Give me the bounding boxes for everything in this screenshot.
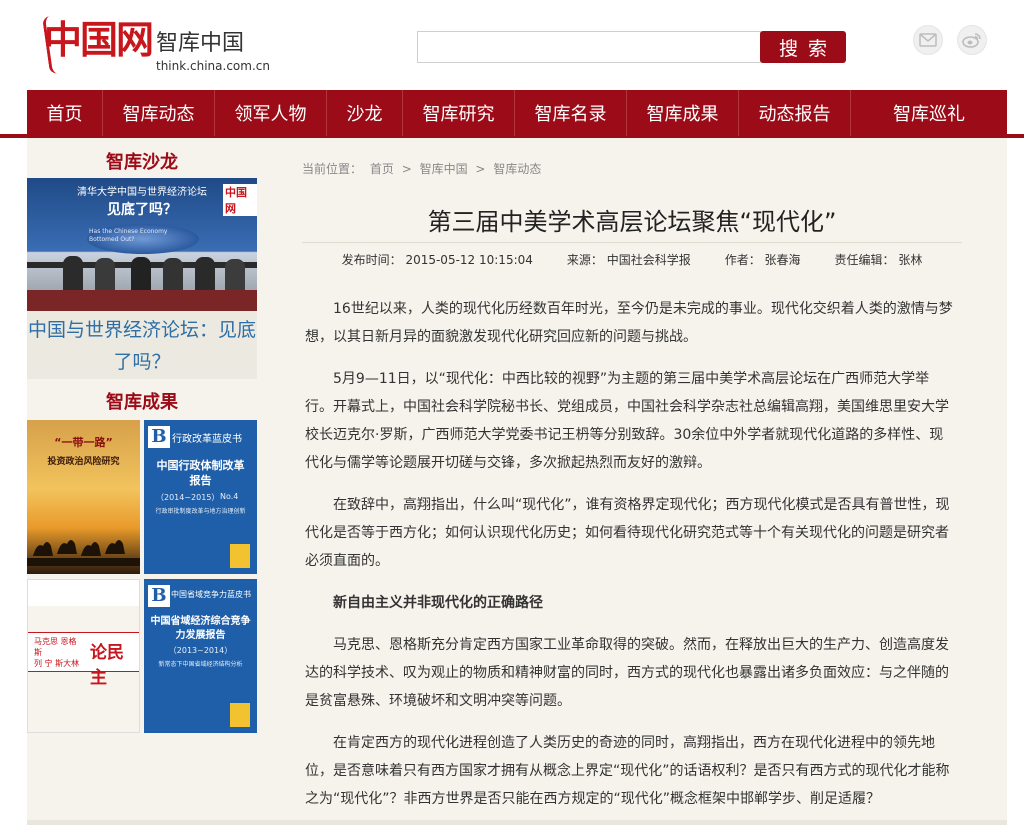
book-3-author-5: 斯大林 bbox=[55, 659, 80, 668]
book-3-author-1: 马克思 bbox=[34, 637, 58, 646]
salon-section-title: 智库沙龙 bbox=[106, 152, 178, 173]
nav-item-leaders[interactable]: 领军人物 bbox=[215, 90, 327, 136]
results-section-title: 智库成果 bbox=[106, 392, 178, 413]
mail-icon bbox=[919, 33, 937, 47]
publish-time: 发布时间： 2015-05-12 10:15:04 bbox=[341, 253, 533, 267]
section-subheading: 新自由主义并非现代化的正确路径 bbox=[333, 595, 543, 611]
paragraph-1: 16世纪以来，人类的现代化历经数百年时光，至今仍是未完成的事业。现代化交织着人类… bbox=[305, 301, 953, 345]
book-belt-road[interactable]: “一带一路” 投资政治风险研究 bbox=[27, 420, 140, 574]
breadcrumb-separator: > bbox=[475, 162, 486, 176]
breadcrumb-think-china-link[interactable]: 智库中国 bbox=[420, 162, 468, 176]
nav-item-directory[interactable]: 智库名录 bbox=[515, 90, 627, 136]
paragraph-3: 在致辞中，高翔指出，什么叫“现代化”，谁有资格界定现代化；西方现代化模式是否具有… bbox=[305, 497, 950, 569]
paragraph-5: 在肯定西方的现代化进程创造了人类历史的奇迹的同时，高翔指出，西方在现代化进程中的… bbox=[305, 735, 950, 807]
blue-book-logo-icon: B bbox=[148, 426, 170, 448]
breadcrumb-separator: > bbox=[401, 162, 412, 176]
main-nav: 首页 智库动态 领军人物 沙龙 智库研究 智库名录 智库成果 动态报告 智库巡礼 bbox=[27, 90, 1007, 136]
nav-item-results[interactable]: 智库成果 bbox=[627, 90, 739, 136]
nav-item-home[interactable]: 首页 bbox=[27, 90, 103, 136]
site-header: 中国网 智库中国 think.china.com.cn 搜索 bbox=[0, 0, 1024, 90]
logo-main-text: 中国网 bbox=[44, 17, 154, 62]
camel-caravan-icon bbox=[27, 540, 140, 566]
nav-item-reports[interactable]: 动态报告 bbox=[739, 90, 851, 136]
book-1-title: “一带一路” bbox=[54, 436, 113, 449]
paragraph-4: 马克思、恩格斯充分肯定西方国家工业革命取得的突破。然而，在释放出巨大的生产力、创… bbox=[305, 637, 949, 709]
blue-book-logo-icon: B bbox=[148, 585, 170, 607]
mail-share-button[interactable] bbox=[913, 25, 943, 55]
article-panel: 当前位置： 首页 > 智库中国 > 智库动态 第三届中美学术高层论坛聚焦“现代化… bbox=[257, 138, 1007, 825]
article-editor: 责任编辑： 张林 bbox=[834, 253, 923, 267]
nav-item-think-tank-news[interactable]: 智库动态 bbox=[103, 90, 215, 136]
book-3-title: 论民主 bbox=[90, 643, 124, 688]
article-title: 第三届中美学术高层论坛聚焦“现代化” bbox=[427, 208, 837, 236]
book-4-sub: 新常态下中国省域经济结构分析 bbox=[158, 661, 243, 668]
weibo-share-button[interactable] bbox=[957, 25, 987, 55]
book-provincial-competitiveness[interactable]: B 中国省域竞争力蓝皮书 中国省域经济综合竞争力发展报告 （2013~2014）… bbox=[144, 579, 257, 733]
nav-item-salon[interactable]: 沙龙 bbox=[327, 90, 403, 136]
breadcrumb: 当前位置： 首页 > 智库中国 > 智库动态 bbox=[302, 160, 545, 177]
salon-photo[interactable]: 清华大学中国与世界经济论坛 见底了吗？ 中国网 Has the Chinese … bbox=[27, 178, 257, 311]
book-4-years: （2013~2014） bbox=[168, 646, 233, 655]
salon-banner-subtitle: 见底了吗？ bbox=[107, 202, 177, 218]
paragraph-2: 5月9—11日，以“现代化：中西比较的视野”为主题的第三届中美学术高层论坛在广西… bbox=[305, 371, 949, 471]
weibo-icon bbox=[962, 33, 981, 48]
book-4-series: 中国省域竞争力蓝皮书 bbox=[171, 590, 251, 599]
article-meta: 发布时间： 2015-05-12 10:15:04 来源： 中国社会科学报 作者… bbox=[257, 251, 1007, 268]
logo-sub-text: 智库中国 bbox=[156, 31, 245, 56]
sidebar: 智库沙龙 清华大学中国与世界经济论坛 见底了吗？ 中国网 Has the Chi… bbox=[27, 138, 257, 825]
nav-item-tour[interactable]: 智库巡礼 bbox=[851, 90, 1007, 136]
logo-url-text: think.china.com.cn bbox=[156, 59, 270, 73]
book-2-series: 行政改革蓝皮书 bbox=[172, 434, 242, 445]
article-source: 来源： 中国社会科学报 bbox=[566, 253, 691, 267]
book-on-democracy[interactable]: 马克思 恩格斯 列 宁 斯大林 论民主 bbox=[27, 579, 140, 733]
book-4-title: 中国省域经济综合竞争力发展报告 bbox=[150, 616, 251, 641]
book-2-title: 中国行政体制改革报告 bbox=[156, 459, 245, 487]
title-divider bbox=[302, 242, 962, 243]
article-body: 16世纪以来，人类的现代化历经数百年时光，至今仍是未完成的事业。现代化交织着人类… bbox=[305, 295, 957, 825]
book-3-author-4: 宁 bbox=[44, 659, 53, 668]
salon-photo-logo: 中国网 bbox=[223, 184, 257, 216]
book-2-years: （2014~2015） bbox=[156, 493, 220, 502]
book-admin-reform[interactable]: B 行政改革蓝皮书 中国行政体制改革报告 （2014~2015） No.4 行政… bbox=[144, 420, 257, 574]
page-bottom-edge bbox=[27, 820, 1007, 825]
breadcrumb-news-link[interactable]: 智库动态 bbox=[493, 162, 541, 176]
breadcrumb-label: 当前位置： bbox=[302, 162, 363, 176]
site-logo[interactable]: 中国网 智库中国 think.china.com.cn bbox=[42, 14, 270, 76]
salon-banner-title: 清华大学中国与世界经济论坛 bbox=[77, 187, 207, 198]
book-3-author-3: 列 bbox=[34, 659, 42, 668]
breadcrumb-home-link[interactable]: 首页 bbox=[370, 162, 394, 176]
search-button[interactable]: 搜索 bbox=[760, 31, 846, 63]
search-input[interactable] bbox=[417, 31, 761, 63]
article-author: 作者： 张春海 bbox=[724, 253, 801, 267]
salon-caption-link[interactable]: 中国与世界经济论坛：见底了吗？ bbox=[27, 311, 257, 379]
book-2-no: No.4 bbox=[220, 492, 239, 501]
nav-item-research[interactable]: 智库研究 bbox=[403, 90, 515, 136]
book-2-sub: 行政审批制度改革与地方治理创新 bbox=[155, 508, 246, 515]
book-1-subtitle: 投资政治风险研究 bbox=[47, 457, 120, 467]
salon-screen-text: Has the Chinese Economy Bottomed Out? bbox=[89, 228, 168, 243]
